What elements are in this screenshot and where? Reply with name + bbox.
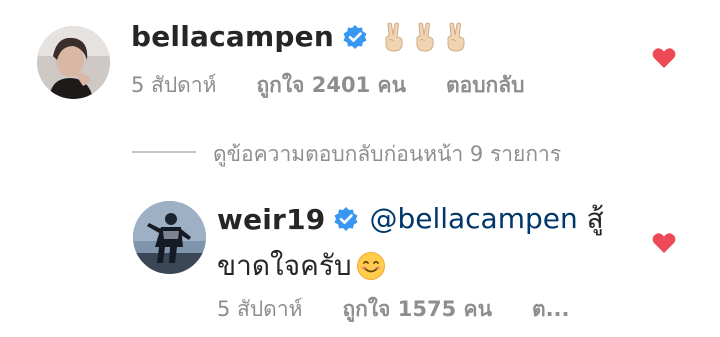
reply-text-line1: สู้ bbox=[586, 202, 604, 235]
comment-likes[interactable]: ถูกใจ 2401 คน bbox=[256, 69, 405, 102]
divider-line bbox=[132, 151, 196, 153]
smiling-face-emoji bbox=[356, 251, 386, 281]
heart-icon[interactable] bbox=[652, 232, 676, 254]
reply-header: weir19 @bellacampen สู้ bbox=[217, 197, 604, 241]
victory-hand-emoji bbox=[447, 22, 465, 52]
avatar[interactable] bbox=[37, 26, 110, 99]
heart-icon[interactable] bbox=[652, 47, 676, 69]
comment-emoji bbox=[380, 21, 470, 53]
reply-text-line2: ขาดใจครับ bbox=[217, 249, 352, 282]
comment-header: bellacampen bbox=[131, 20, 470, 53]
verified-badge-icon bbox=[333, 206, 359, 232]
reply-likes[interactable]: ถูกใจ 1575 คน bbox=[342, 293, 491, 326]
username[interactable]: weir19 bbox=[217, 203, 325, 236]
victory-hand-emoji bbox=[385, 22, 403, 52]
reply-meta: 5 สัปดาห์ ถูกใจ 1575 คน ต... bbox=[217, 293, 570, 326]
username[interactable]: bellacampen bbox=[131, 20, 334, 53]
view-previous-replies[interactable]: ดูข้อความตอบกลับก่อนหน้า 9 รายการ bbox=[213, 138, 561, 171]
reply-button[interactable]: ตอบกลับ bbox=[446, 69, 525, 102]
reply-body: ขาดใจครับ bbox=[217, 244, 386, 288]
reply-time[interactable]: 5 สัปดาห์ bbox=[217, 293, 302, 326]
avatar[interactable] bbox=[133, 201, 206, 274]
comment-meta: 5 สัปดาห์ ถูกใจ 2401 คน ตอบกลับ bbox=[131, 69, 524, 102]
mention-link[interactable]: @bellacampen bbox=[369, 202, 577, 235]
verified-badge-icon bbox=[342, 24, 368, 50]
victory-hand-emoji bbox=[416, 22, 434, 52]
comment-time[interactable]: 5 สัปดาห์ bbox=[131, 69, 216, 102]
reply-button[interactable]: ต... bbox=[532, 293, 570, 326]
